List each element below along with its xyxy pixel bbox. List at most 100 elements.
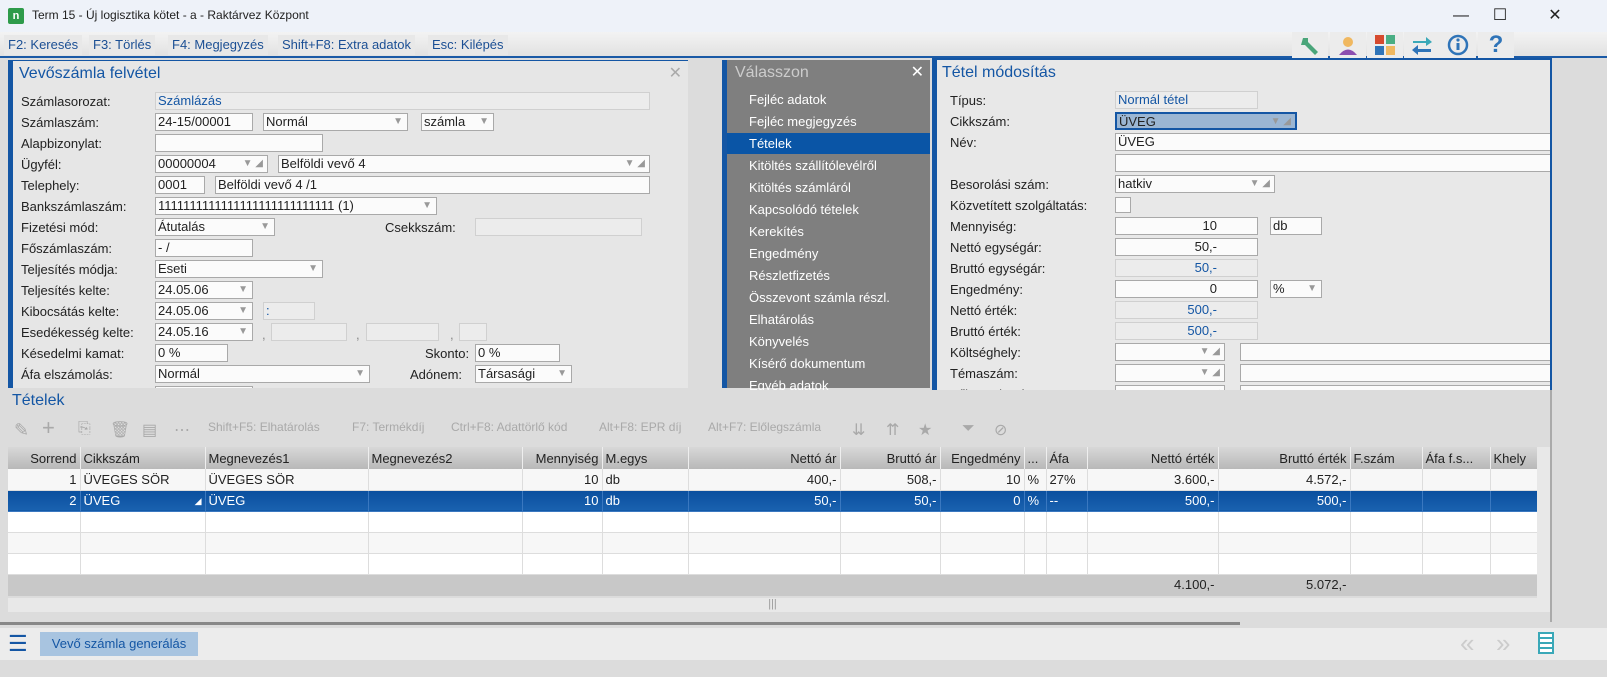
menu-item[interactable]: Fejléc megjegyzés: [727, 111, 930, 132]
column-header[interactable]: Engedmény: [940, 447, 1025, 469]
dropdown-arrow-icon[interactable]: ▼: [238, 387, 248, 388]
dropdown-arrow-icon[interactable]: ▼ ◢: [1271, 114, 1291, 128]
accrual-button[interactable]: Shift+F5: Elhatárolás: [208, 420, 320, 434]
foszamlaszam-field[interactable]: - /: [155, 239, 253, 257]
menu-item[interactable]: Könyvelés: [727, 331, 930, 352]
column-header[interactable]: Megnevezés1: [205, 447, 369, 469]
bankszamla-field[interactable]: 1111111111111111111111111111 (1) ▼: [155, 197, 437, 215]
close-button[interactable]: ✕: [1532, 4, 1578, 28]
move-up-icon[interactable]: ⇈: [886, 420, 899, 440]
delete-key-button[interactable]: F3: Törlés: [89, 35, 156, 55]
column-header[interactable]: Khely: [1490, 447, 1538, 469]
totals-row[interactable]: 4.100,- 5.072,-: [8, 574, 1538, 596]
star-icon[interactable]: ★: [918, 420, 932, 440]
advance-invoice-button[interactable]: Alt+F7: Előlegszámla: [708, 420, 821, 434]
teljesites_modja-field[interactable]: Eseti ▼: [155, 260, 323, 278]
dropdown-corner-icon[interactable]: ◢: [195, 496, 202, 507]
search-key-button[interactable]: F2: Keresés: [4, 35, 83, 55]
dropdown-arrow-icon[interactable]: ▼ ◢: [243, 156, 263, 172]
product-fee-button[interactable]: F7: Termékdíj: [352, 420, 424, 434]
telephely_nev-field[interactable]: Belföldi vevő 4 /1: [215, 176, 650, 194]
maximize-button[interactable]: ☐: [1477, 4, 1523, 28]
dropdown-arrow-icon[interactable]: ▼ ◢: [625, 156, 645, 172]
menu-item[interactable]: Fejléc adatok: [727, 89, 930, 110]
fizetesi_mod-field[interactable]: Átutalás ▼: [155, 218, 275, 236]
ugyfel_nev-field[interactable]: Belföldi vevő 4 ▼ ◢: [278, 155, 650, 173]
column-header[interactable]: Áfa: [1046, 447, 1088, 469]
list-view-icon[interactable]: [1538, 632, 1554, 654]
dropdown-arrow-icon[interactable]: ▼ ◢: [1200, 365, 1220, 381]
szamlaszam-field[interactable]: 24-15/00001: [155, 113, 253, 131]
skonto-field[interactable]: 0 %: [475, 344, 560, 362]
copy-icon[interactable]: ⎘: [78, 420, 91, 438]
menu-item[interactable]: Elhatárolás: [727, 309, 930, 330]
empty-field[interactable]: ▼ ◢: [1115, 343, 1225, 361]
column-header[interactable]: ...: [1024, 447, 1047, 469]
intermediated-service-checkbox[interactable]: [1115, 197, 1131, 213]
teljesites_kelte-field[interactable]: 24.05.06 ▼: [155, 281, 253, 299]
column-header[interactable]: M.egys: [602, 447, 689, 469]
telephely_kod-field[interactable]: 0001: [155, 176, 205, 194]
add-icon[interactable]: +: [42, 415, 55, 441]
column-header[interactable]: Nettó ár: [688, 447, 841, 469]
empty-field[interactable]: ▼ ◢: [1115, 364, 1225, 382]
column-header[interactable]: F.szám: [1350, 447, 1423, 469]
engedmeny_tipus-field[interactable]: % ▼: [1270, 280, 1322, 298]
column-header[interactable]: Áfa f.s...: [1422, 447, 1491, 469]
dropdown-arrow-icon[interactable]: ▼: [308, 261, 318, 277]
column-header[interactable]: Bruttó ár: [840, 447, 941, 469]
vertical-scrollbar[interactable]: [1537, 447, 1550, 612]
mennyiseg-field[interactable]: 10: [1115, 217, 1258, 235]
dropdown-arrow-icon[interactable]: ▼: [422, 198, 432, 214]
column-header[interactable]: Cikkszám: [80, 447, 206, 469]
swap-icon[interactable]: [1404, 32, 1440, 58]
kibocsatas_kelte-field[interactable]: 24.05.06 ▼: [155, 302, 253, 320]
menu-item[interactable]: Kitöltés számláról: [727, 177, 930, 198]
besorolasi_szam-field[interactable]: hatkiv ▼ ◢: [1115, 175, 1275, 193]
dropdown-arrow-icon[interactable]: ▼ ◢: [1250, 176, 1270, 192]
konyveles_kelte-field[interactable]: 24.05.06▼: [155, 386, 253, 388]
column-header[interactable]: Mennyiség: [522, 447, 603, 469]
mennyisegi_egyseg-field[interactable]: db: [1270, 217, 1322, 235]
nev2-field[interactable]: [1115, 154, 1550, 172]
dropdown-arrow-icon[interactable]: ▼: [355, 366, 365, 382]
nev-field[interactable]: ÜVEG: [1115, 133, 1550, 151]
move-down-icon[interactable]: ⇊: [852, 420, 865, 440]
netto_egysegar-field[interactable]: 50,-: [1115, 238, 1258, 256]
dropdown-arrow-icon[interactable]: ▼: [238, 282, 248, 298]
menu-item[interactable]: Részletfizetés: [727, 265, 930, 286]
previous-icon[interactable]: «: [1460, 628, 1474, 659]
alapbizonylat-field[interactable]: [155, 134, 323, 152]
kesedelmi_kamat-field[interactable]: 0 %: [155, 344, 228, 362]
data-erase-code-button[interactable]: Ctrl+F8: Adattörlő kód: [451, 420, 567, 434]
column-header[interactable]: Megnevezés2: [368, 447, 523, 469]
delete-icon[interactable]: 🗑: [110, 420, 130, 440]
afa_elszamolas-field[interactable]: Normál ▼: [155, 365, 370, 383]
dropdown-arrow-icon[interactable]: ▼: [557, 366, 567, 382]
table-row[interactable]: 1 ÜVEGES SÖR ÜVEGES SÖR 10 db 400,- 508,- 10% 27…: [8, 469, 1538, 491]
dropdown-arrow-icon[interactable]: ▼: [238, 324, 248, 340]
column-header[interactable]: Nettó érték: [1087, 447, 1219, 469]
filter-icon[interactable]: ⏷: [962, 420, 975, 438]
menu-item[interactable]: Összevont számla részl.: [727, 287, 930, 308]
menu-icon[interactable]: ☰: [8, 631, 28, 657]
exit-key-button[interactable]: Esc: Kilépés: [428, 35, 508, 55]
extra-data-key-button[interactable]: Shift+F8: Extra adatok: [278, 35, 415, 55]
szamlaszam_tipus-field[interactable]: Normál ▼: [263, 113, 408, 131]
help-icon[interactable]: ?: [1478, 31, 1514, 58]
edit-icon[interactable]: ✎: [14, 420, 29, 441]
menu-item[interactable]: Kerekítés: [727, 221, 930, 242]
adonem-field[interactable]: Társasági ▼: [475, 365, 572, 383]
empty-field[interactable]: [1240, 364, 1550, 382]
menu-item[interactable]: Kapcsolódó tételek: [727, 199, 930, 220]
ugyfel_kod-field[interactable]: 00000004 ▼ ◢: [155, 155, 268, 173]
esedekesseg_kelte-field[interactable]: 24.05.16 ▼: [155, 323, 253, 341]
dropdown-arrow-icon[interactable]: ▼: [1307, 281, 1317, 297]
wrench-icon[interactable]: [1292, 32, 1328, 58]
column-header[interactable]: Bruttó érték: [1218, 447, 1351, 469]
generate-customer-invoice-button[interactable]: Vevő számla generálás: [40, 632, 198, 656]
note-key-button[interactable]: F4: Megjegyzés: [168, 35, 268, 55]
menu-item[interactable]: Kitöltés szállítólevélről: [727, 155, 930, 176]
table-row[interactable]: [8, 532, 1538, 554]
menu-item[interactable]: Engedmény: [727, 243, 930, 264]
